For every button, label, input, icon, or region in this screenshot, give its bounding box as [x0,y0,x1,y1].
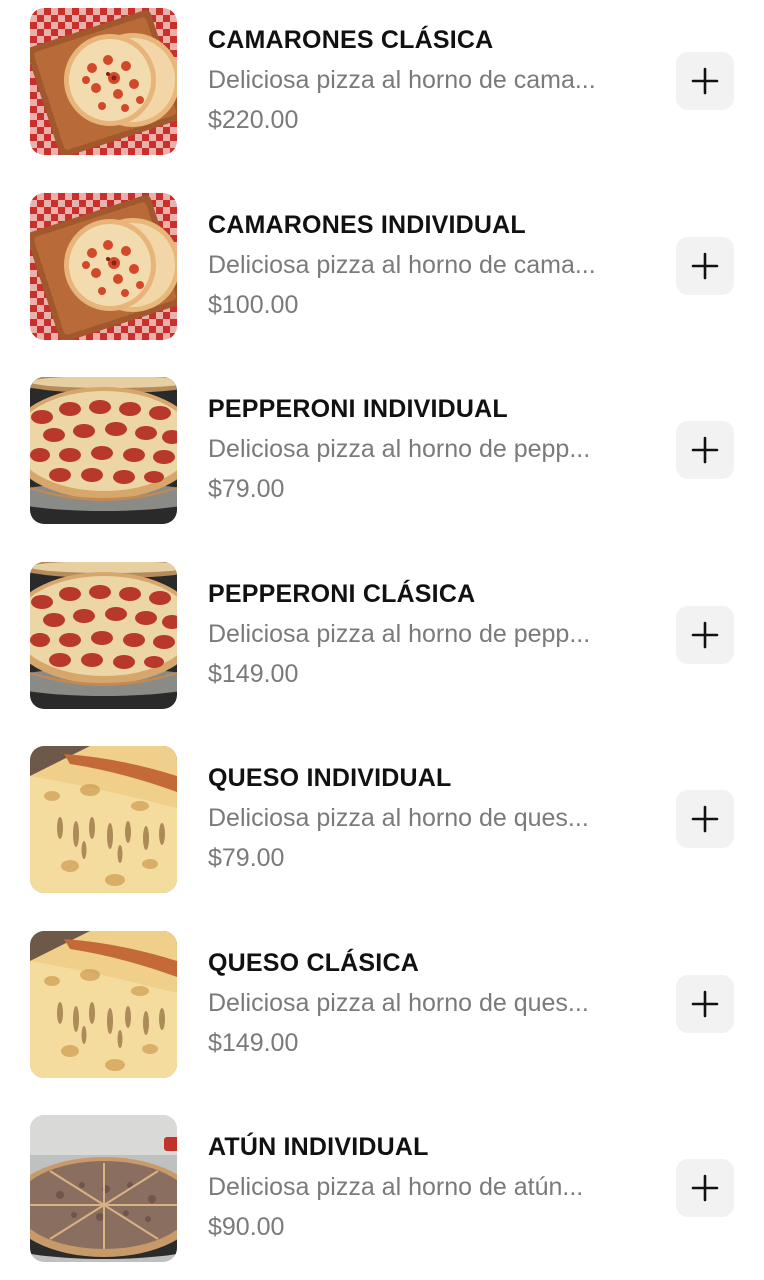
item-price: $79.00 [208,844,285,872]
shrimp-pizza-image[interactable] [30,193,177,340]
item-price: $79.00 [208,475,285,503]
menu-item[interactable]: PEPPERONI CLÁSICA Deliciosa pizza al horn… [0,562,764,712]
item-details[interactable]: ATÚN INDIVIDUAL Deliciosa pizza al horno … [208,1131,648,1243]
add-to-cart-button[interactable] [676,606,734,664]
add-to-cart-button[interactable] [676,237,734,295]
item-name: QUESO CLÁSICA [208,949,419,977]
item-details[interactable]: QUESO CLÁSICA Deliciosa pizza al horno de… [208,947,648,1059]
item-price: $149.00 [208,1029,299,1057]
item-price: $90.00 [208,1213,285,1241]
menu-item[interactable]: PEPPERONI INDIVIDUAL Deliciosa pizza al h… [0,377,764,527]
plus-icon [691,67,719,95]
item-description: Deliciosa pizza al horno de ques... [208,989,589,1017]
item-description: Deliciosa pizza al horno de atún... [208,1173,584,1201]
menu-item[interactable]: QUESO INDIVIDUAL Deliciosa pizza al horno… [0,746,764,896]
cheese-pizza-image[interactable] [30,746,177,893]
item-description: Deliciosa pizza al horno de ques... [208,804,589,832]
menu-item[interactable]: CAMARONES CLÁSICA Deliciosa pizza al horn… [0,8,764,158]
plus-icon [691,805,719,833]
add-to-cart-button[interactable] [676,975,734,1033]
item-name: QUESO INDIVIDUAL [208,764,452,792]
menu-item[interactable]: CAMARONES INDIVIDUAL Deliciosa pizza al h… [0,193,764,343]
item-price: $220.00 [208,106,299,134]
pepperoni-pizza-image[interactable] [30,562,177,709]
add-to-cart-button[interactable] [676,52,734,110]
item-price: $100.00 [208,291,299,319]
menu-list: CAMARONES CLÁSICA Deliciosa pizza al horn… [0,0,764,1280]
plus-icon [691,436,719,464]
item-details[interactable]: PEPPERONI CLÁSICA Deliciosa pizza al horn… [208,578,648,690]
menu-item[interactable]: QUESO CLÁSICA Deliciosa pizza al horno de… [0,931,764,1081]
item-name: CAMARONES CLÁSICA [208,26,494,54]
item-name: ATÚN INDIVIDUAL [208,1133,429,1161]
plus-icon [691,252,719,280]
item-description: Deliciosa pizza al horno de pepp... [208,620,591,648]
item-details[interactable]: QUESO INDIVIDUAL Deliciosa pizza al horno… [208,762,648,874]
item-details[interactable]: CAMARONES INDIVIDUAL Deliciosa pizza al h… [208,209,648,321]
item-price: $149.00 [208,660,299,688]
item-description: Deliciosa pizza al horno de cama... [208,251,596,279]
plus-icon [691,990,719,1018]
item-name: PEPPERONI INDIVIDUAL [208,395,508,423]
tuna-pizza-image[interactable] [30,1115,177,1262]
item-details[interactable]: CAMARONES CLÁSICA Deliciosa pizza al horn… [208,24,648,136]
item-description: Deliciosa pizza al horno de pepp... [208,435,591,463]
cheese-pizza-image[interactable] [30,931,177,1078]
pepperoni-pizza-image[interactable] [30,377,177,524]
add-to-cart-button[interactable] [676,1159,734,1217]
add-to-cart-button[interactable] [676,421,734,479]
item-details[interactable]: PEPPERONI INDIVIDUAL Deliciosa pizza al h… [208,393,648,505]
item-description: Deliciosa pizza al horno de cama... [208,66,596,94]
menu-item[interactable]: ATÚN INDIVIDUAL Deliciosa pizza al horno … [0,1115,764,1265]
plus-icon [691,1174,719,1202]
plus-icon [691,621,719,649]
add-to-cart-button[interactable] [676,790,734,848]
item-name: CAMARONES INDIVIDUAL [208,211,526,239]
shrimp-pizza-image[interactable] [30,8,177,155]
item-name: PEPPERONI CLÁSICA [208,580,476,608]
